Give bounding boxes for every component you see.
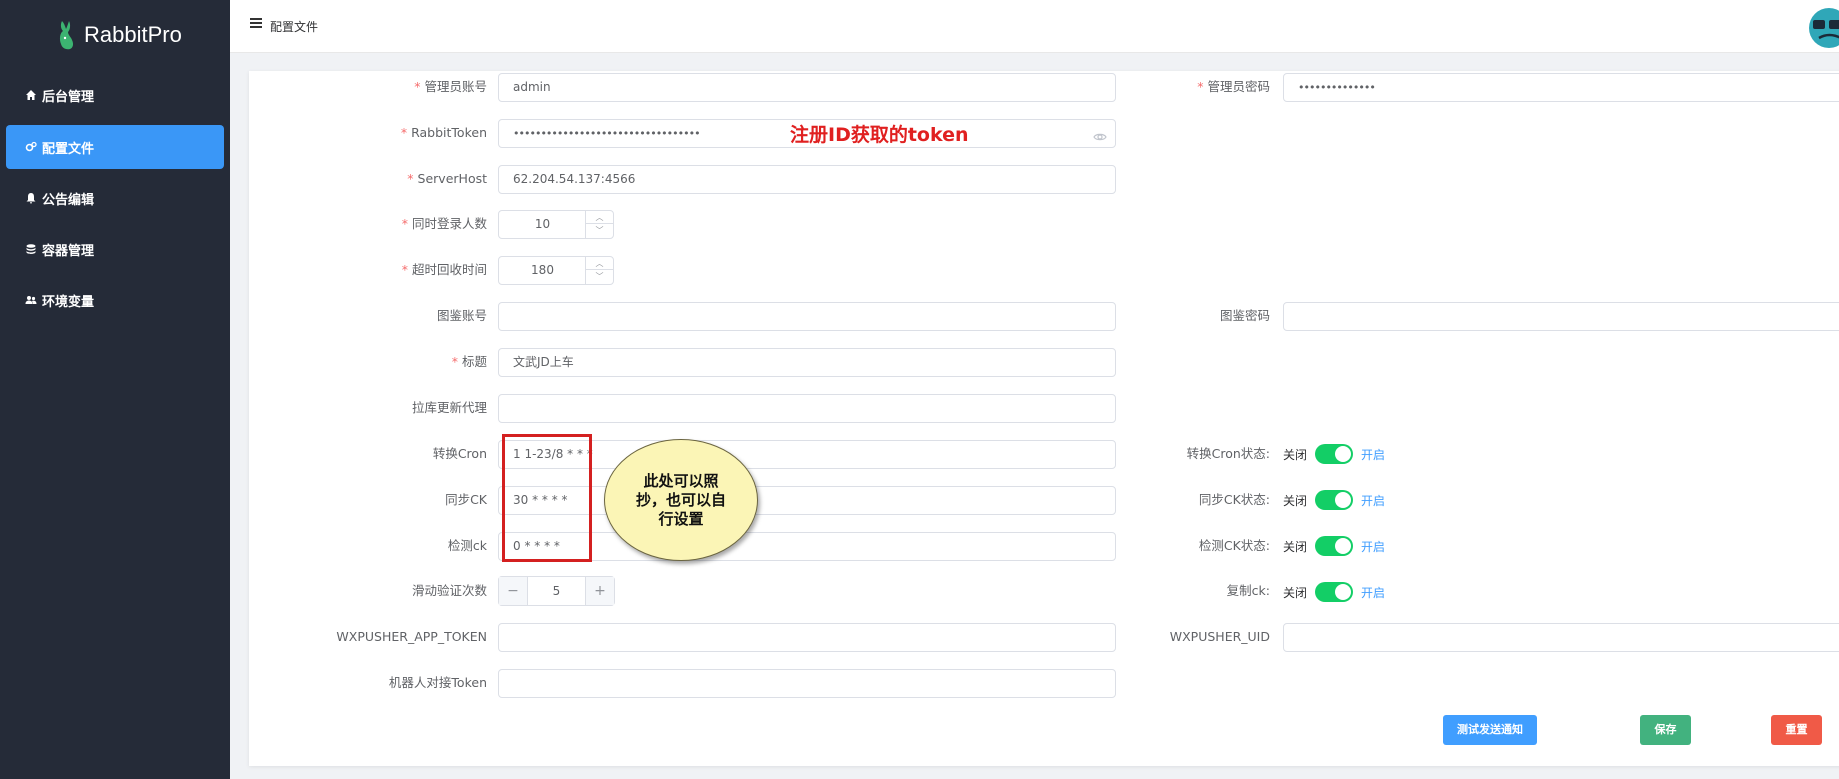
timeout-recycle-input[interactable]: 180 ︿ ﹀ [498, 256, 614, 285]
admin-password-label: * 管理员密码 [1197, 79, 1270, 94]
gears-icon [24, 140, 38, 154]
sync-ck-switch-row: 关闭 开启 [1283, 490, 1385, 510]
app-logo[interactable]: RabbitPro [56, 18, 182, 52]
cron-highlight-box [502, 434, 592, 562]
slide-verify-stepper[interactable]: − 5 + [498, 576, 615, 606]
wxpusher-token-label: WXPUSHER_APP_TOKEN [336, 629, 487, 644]
sidebar: RabbitPro 后台管理 配置文件 公告编辑 容器管理 环境变量 [0, 0, 230, 779]
server-host-input[interactable]: 62.204.54.137:4566 [498, 165, 1116, 194]
concurrent-login-value: 10 [534, 217, 551, 231]
convert-cron-status-label: 转换Cron状态: [1186, 446, 1270, 461]
switch-off-label[interactable]: 关闭 [1283, 492, 1307, 509]
timeout-recycle-label: * 超时回收时间 [401, 262, 487, 277]
sidebar-item-label: 容器管理 [42, 243, 95, 259]
copy-ck-label: 复制ck: [1226, 583, 1270, 598]
sidebar-item-label: 环境变量 [42, 294, 95, 310]
cron-annotation-text: 此处可以照抄，也可以自行设置 [636, 471, 727, 528]
eye-icon[interactable] [1093, 127, 1107, 141]
convert-cron-toggle[interactable] [1315, 444, 1354, 464]
wxpusher-uid-label: WXPUSHER_UID [1169, 629, 1270, 644]
menu-toggle-icon[interactable] [250, 18, 262, 30]
tujian-password-label: 图鉴密码 [1219, 308, 1270, 323]
users-icon [24, 293, 38, 307]
rabbit-token-value: •••••••••••••••••••••••••••••••••• [513, 127, 701, 140]
plus-icon[interactable]: + [585, 577, 614, 605]
chevron-down-icon[interactable]: ﹀ [586, 224, 613, 237]
breadcrumb: 配置文件 [270, 20, 319, 34]
title-input[interactable]: 文武JD上车 [498, 348, 1116, 377]
sidebar-item-label: 公告编辑 [42, 192, 95, 208]
check-ck-status-label: 检测CK状态: [1198, 538, 1270, 553]
chevron-up-icon[interactable]: ︿ [586, 211, 613, 224]
chevron-down-icon[interactable]: ﹀ [586, 270, 613, 283]
sidebar-item-config[interactable]: 配置文件 [6, 125, 224, 169]
save-button[interactable]: 保存 [1640, 715, 1691, 745]
sidebar-item-env[interactable]: 环境变量 [6, 278, 224, 322]
sync-ck-toggle[interactable] [1315, 490, 1354, 510]
switch-off-label[interactable]: 关闭 [1283, 538, 1307, 555]
copy-ck-switch-row: 关闭 开启 [1283, 582, 1385, 602]
minus-icon[interactable]: − [499, 577, 528, 605]
pull-proxy-input[interactable] [498, 394, 1116, 423]
tujian-password-input[interactable] [1283, 302, 1839, 331]
switch-on-label[interactable]: 开启 [1361, 538, 1385, 555]
test-notify-button[interactable]: 测试发送通知 [1443, 715, 1537, 745]
sidebar-item-label: 后台管理 [42, 89, 95, 105]
bot-token-label: 机器人对接Token [388, 675, 487, 690]
pull-proxy-label: 拉库更新代理 [411, 400, 487, 415]
bot-token-input[interactable] [498, 669, 1116, 698]
copy-ck-toggle[interactable] [1315, 582, 1354, 602]
sidebar-item-announcement[interactable]: 公告编辑 [6, 176, 224, 220]
top-header: 配置文件 [230, 0, 1839, 53]
avatar[interactable] [1809, 8, 1839, 48]
number-spinner[interactable]: ︿ ﹀ [585, 257, 613, 284]
admin-account-label: * 管理员账号 [414, 79, 487, 94]
database-icon [24, 242, 38, 256]
bell-icon [24, 191, 38, 205]
switch-off-label[interactable]: 关闭 [1283, 584, 1307, 601]
switch-on-label[interactable]: 开启 [1361, 584, 1385, 601]
switch-on-label[interactable]: 开启 [1361, 492, 1385, 509]
convert-cron-switch-row: 关闭 开启 [1283, 444, 1385, 464]
wxpusher-uid-input[interactable] [1283, 623, 1839, 652]
switch-on-label[interactable]: 开启 [1361, 446, 1385, 463]
cron-annotation-bubble: 此处可以照抄，也可以自行设置 [604, 439, 758, 561]
rabbit-token-label: * RabbitToken [400, 125, 487, 140]
slide-verify-value: 5 [552, 584, 561, 598]
admin-password-input[interactable]: •••••••••••••• [1283, 73, 1839, 102]
check-ck-toggle[interactable] [1315, 536, 1354, 556]
sidebar-item-dashboard[interactable]: 后台管理 [6, 73, 224, 117]
app-name: RabbitPro [84, 22, 182, 47]
title-label: * 标题 [451, 354, 487, 369]
rabbit-logo-icon [59, 21, 74, 50]
switch-off-label[interactable]: 关闭 [1283, 446, 1307, 463]
server-host-label: * ServerHost [407, 171, 487, 186]
concurrent-login-input[interactable]: 10 ︿ ﹀ [498, 210, 614, 239]
token-annotation: 注册ID获取的token [790, 124, 969, 146]
sidebar-item-label: 配置文件 [42, 141, 95, 157]
home-icon [24, 88, 38, 102]
sync-ck-status-label: 同步CK状态: [1198, 492, 1270, 507]
timeout-recycle-value: 180 [531, 263, 554, 277]
convert-cron-label: 转换Cron [432, 446, 487, 461]
sidebar-item-container[interactable]: 容器管理 [6, 227, 224, 271]
tujian-account-label: 图鉴账号 [436, 308, 487, 323]
chevron-up-icon[interactable]: ︿ [586, 257, 613, 270]
check-ck-switch-row: 关闭 开启 [1283, 536, 1385, 556]
slide-verify-label: 滑动验证次数 [411, 583, 487, 598]
concurrent-login-label: * 同时登录人数 [401, 216, 487, 231]
sync-ck-label: 同步CK [445, 492, 487, 507]
reset-button[interactable]: 重置 [1771, 715, 1822, 745]
check-ck-label: 检测ck [447, 538, 487, 553]
number-spinner[interactable]: ︿ ﹀ [585, 211, 613, 238]
